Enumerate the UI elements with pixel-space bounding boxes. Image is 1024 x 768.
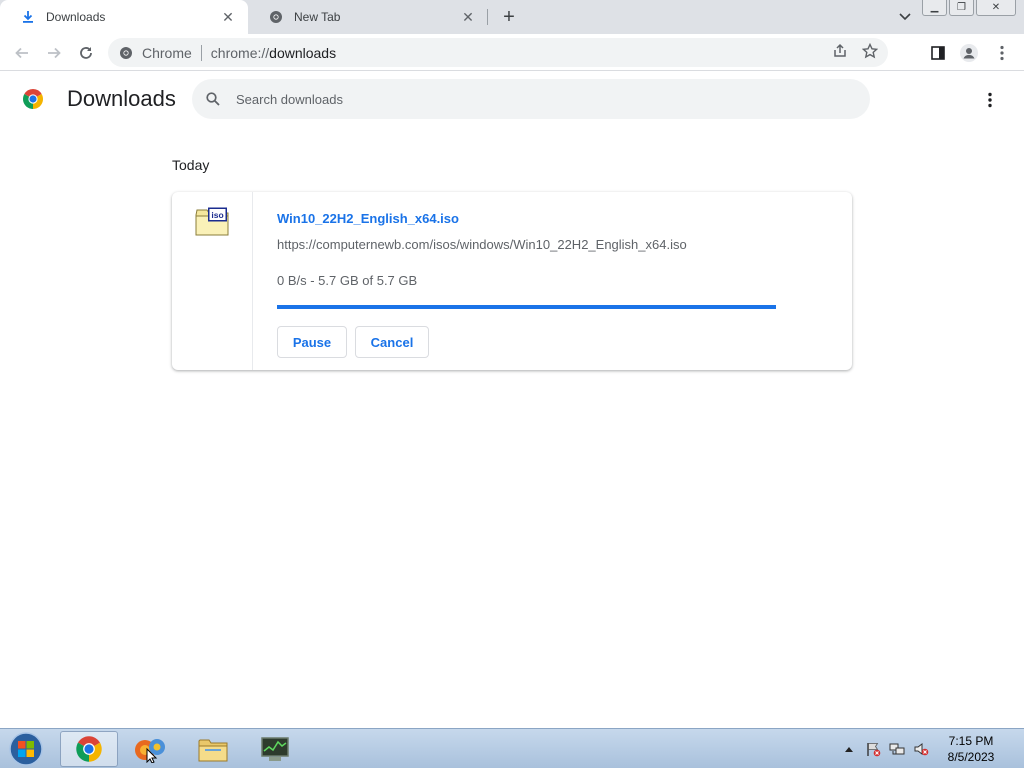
close-window-icon[interactable]: ✕ [976, 0, 1016, 16]
profile-avatar-icon[interactable] [957, 41, 981, 65]
tab-downloads[interactable]: Downloads ✕ [0, 0, 248, 34]
search-icon [204, 90, 222, 108]
window-controls: ▁ ❐ ✕ [922, 0, 1016, 16]
search-input[interactable] [236, 91, 836, 107]
forward-arrow-icon[interactable] [42, 41, 66, 65]
download-item-card: iso Win10_22H2_English_x64.iso https://c… [172, 192, 852, 370]
url-text: chrome://downloads [211, 45, 336, 61]
chrome-icon [268, 9, 284, 25]
download-status-text: 0 B/s - 5.7 GB of 5.7 GB [277, 273, 418, 288]
date-section-heading: Today [172, 157, 210, 173]
taskbar-chrome-icon[interactable] [60, 731, 118, 767]
chrome-logo-icon [22, 88, 44, 110]
back-arrow-icon[interactable] [10, 41, 34, 65]
start-button-icon[interactable] [6, 731, 46, 767]
windows-taskbar: 7:15 PM 8/5/2023 [0, 728, 1024, 768]
omnibox-divider [200, 44, 202, 61]
tab-close-icon[interactable]: ✕ [220, 9, 236, 25]
system-tray: 7:15 PM 8/5/2023 [840, 729, 1006, 768]
chrome-site-icon [118, 45, 134, 61]
download-progress-bar [277, 305, 776, 309]
action-center-flag-icon[interactable] [864, 740, 882, 758]
iso-file-icon: iso [195, 207, 229, 237]
tab-new-tab[interactable]: New Tab ✕ [248, 0, 488, 34]
tab-search-chevron-icon[interactable] [895, 8, 915, 26]
show-hidden-icons-arrow-icon[interactable] [840, 740, 858, 758]
omnibox-actions [832, 38, 888, 67]
tab-title: Downloads [46, 10, 106, 24]
download-source-url: https://computernewb.com/isos/windows/Wi… [277, 237, 687, 252]
restore-icon[interactable]: ❐ [949, 0, 974, 16]
search-downloads-box[interactable] [192, 79, 870, 119]
volume-muted-icon[interactable] [912, 740, 930, 758]
download-file-name-link[interactable]: Win10_22H2_English_x64.iso [277, 211, 459, 226]
clock-date: 8/5/2023 [947, 750, 995, 764]
tab-title: New Tab [294, 10, 341, 24]
taskbar-explorer-icon[interactable] [184, 731, 242, 767]
file-icon-column: iso [172, 192, 253, 370]
new-tab-plus-icon[interactable]: + [498, 6, 520, 28]
browser-toolbar: Chrome chrome://downloads [0, 34, 1024, 71]
chrome-menu-icon[interactable] [990, 41, 1014, 65]
tab-divider [487, 9, 488, 25]
share-icon[interactable] [832, 43, 848, 62]
iso-icon-label: iso [211, 210, 223, 220]
bookmark-star-icon[interactable] [861, 42, 879, 62]
downloads-header: Downloads [0, 72, 1024, 128]
clock-time: 7:15 PM [948, 734, 994, 748]
page-title: Downloads [67, 86, 176, 111]
site-label: Chrome [142, 44, 192, 61]
taskbar-task-manager-icon[interactable] [246, 731, 304, 767]
reload-icon[interactable] [74, 41, 98, 65]
url-host: downloads [269, 44, 337, 61]
side-panel-icon[interactable] [926, 41, 950, 65]
pause-button[interactable]: Pause [277, 326, 347, 358]
url-prefix: chrome:// [210, 44, 270, 61]
cancel-button[interactable]: Cancel [355, 326, 429, 358]
download-icon [20, 9, 36, 25]
network-icon[interactable] [888, 740, 906, 758]
download-progress-fill [277, 305, 776, 309]
tab-close-icon[interactable]: ✕ [460, 9, 476, 25]
taskbar-browsers-icon[interactable] [122, 731, 180, 767]
downloads-menu-icon[interactable] [978, 88, 1002, 112]
minimize-icon[interactable]: ▁ [922, 0, 947, 16]
tab-strip: Downloads ✕ New Tab ✕ + ▁ ❐ ✕ [0, 0, 1024, 34]
taskbar-clock[interactable]: 7:15 PM 8/5/2023 [936, 733, 1006, 765]
address-bar[interactable]: Chrome chrome://downloads [108, 38, 888, 67]
